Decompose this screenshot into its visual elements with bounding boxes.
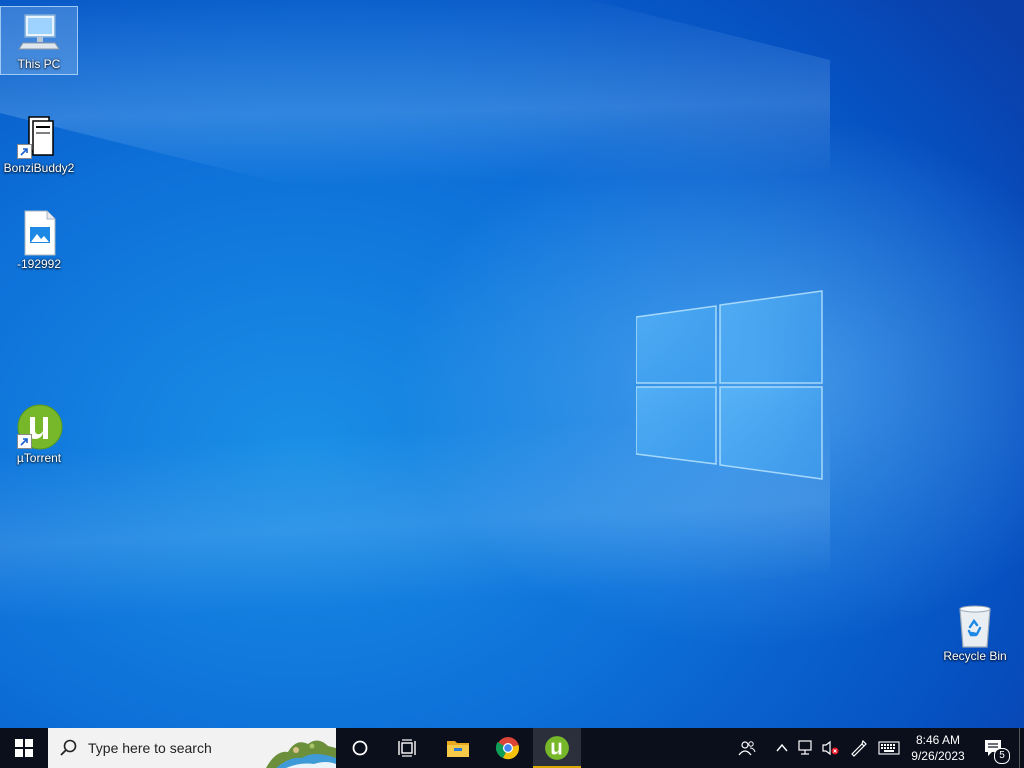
desktop-icon-image-file[interactable]: -192992 xyxy=(0,206,78,275)
utorrent-icon xyxy=(545,736,569,760)
desktop[interactable]: This PC BonziBuddy2 -192992 µTorrent Rec… xyxy=(0,0,1024,728)
utorrent-icon xyxy=(15,403,63,451)
utorrent-taskbar-button[interactable] xyxy=(533,728,581,768)
task-view-button[interactable] xyxy=(385,728,431,768)
chrome-button[interactable] xyxy=(485,728,531,768)
shortcut-arrow-icon xyxy=(17,434,32,449)
clock-date: 9/26/2023 xyxy=(911,749,965,763)
search-icon xyxy=(60,739,77,756)
volume-muted-icon xyxy=(822,740,839,756)
computer-icon xyxy=(15,9,63,57)
desktop-icon-this-pc[interactable]: This PC xyxy=(0,6,78,75)
desktop-icon-label: BonziBuddy2 xyxy=(3,161,75,175)
pen-icon xyxy=(851,739,867,757)
volume-button[interactable] xyxy=(819,728,841,768)
windows-logo-wallpaper xyxy=(636,290,823,480)
chevron-up-icon xyxy=(776,743,788,752)
folder-shortcut-icon xyxy=(15,113,63,161)
desktop-icon-label: µTorrent xyxy=(16,451,62,465)
show-hidden-icons-button[interactable] xyxy=(772,728,792,768)
desktop-icon-label: -192992 xyxy=(16,257,62,271)
task-view-icon xyxy=(398,739,416,757)
shortcut-arrow-icon xyxy=(17,144,32,159)
cortana-button[interactable] xyxy=(337,728,383,768)
start-button[interactable] xyxy=(0,728,48,768)
desktop-icon-bonzibuddy2[interactable]: BonziBuddy2 xyxy=(0,110,78,179)
clock-time: 8:46 AM xyxy=(915,733,961,747)
taskbar: Type here to search 8:46 AM 9/26/2023 5 xyxy=(0,728,1024,768)
image-file-icon xyxy=(15,209,63,257)
pen-workspace-button[interactable] xyxy=(846,728,870,768)
keyboard-icon xyxy=(878,741,900,755)
search-placeholder: Type here to search xyxy=(88,740,212,756)
file-explorer-icon xyxy=(447,741,469,757)
people-button[interactable] xyxy=(734,728,760,768)
desktop-icon-label: Recycle Bin xyxy=(943,649,1007,663)
desktop-icon-recycle-bin[interactable]: Recycle Bin xyxy=(936,598,1014,667)
show-desktop-button[interactable] xyxy=(1019,728,1024,768)
chrome-icon xyxy=(496,737,519,760)
desktop-icon-utorrent[interactable]: µTorrent xyxy=(0,400,78,469)
touch-keyboard-button[interactable] xyxy=(876,728,902,768)
people-icon xyxy=(738,741,756,756)
network-button[interactable] xyxy=(795,728,817,768)
search-highlight-illustration xyxy=(266,740,336,768)
action-center-button[interactable]: 5 xyxy=(978,728,1010,768)
taskbar-clock[interactable]: 8:46 AM 9/26/2023 xyxy=(900,728,976,768)
light-beam xyxy=(0,0,830,321)
file-explorer-button[interactable] xyxy=(435,728,481,768)
network-icon xyxy=(798,740,812,755)
cortana-icon xyxy=(352,740,368,756)
notification-count-badge: 5 xyxy=(994,748,1010,764)
windows-start-icon xyxy=(15,739,33,757)
taskbar-search-box[interactable]: Type here to search xyxy=(48,728,336,768)
recycle-bin-icon xyxy=(951,601,999,649)
desktop-icon-label: This PC xyxy=(17,57,61,71)
